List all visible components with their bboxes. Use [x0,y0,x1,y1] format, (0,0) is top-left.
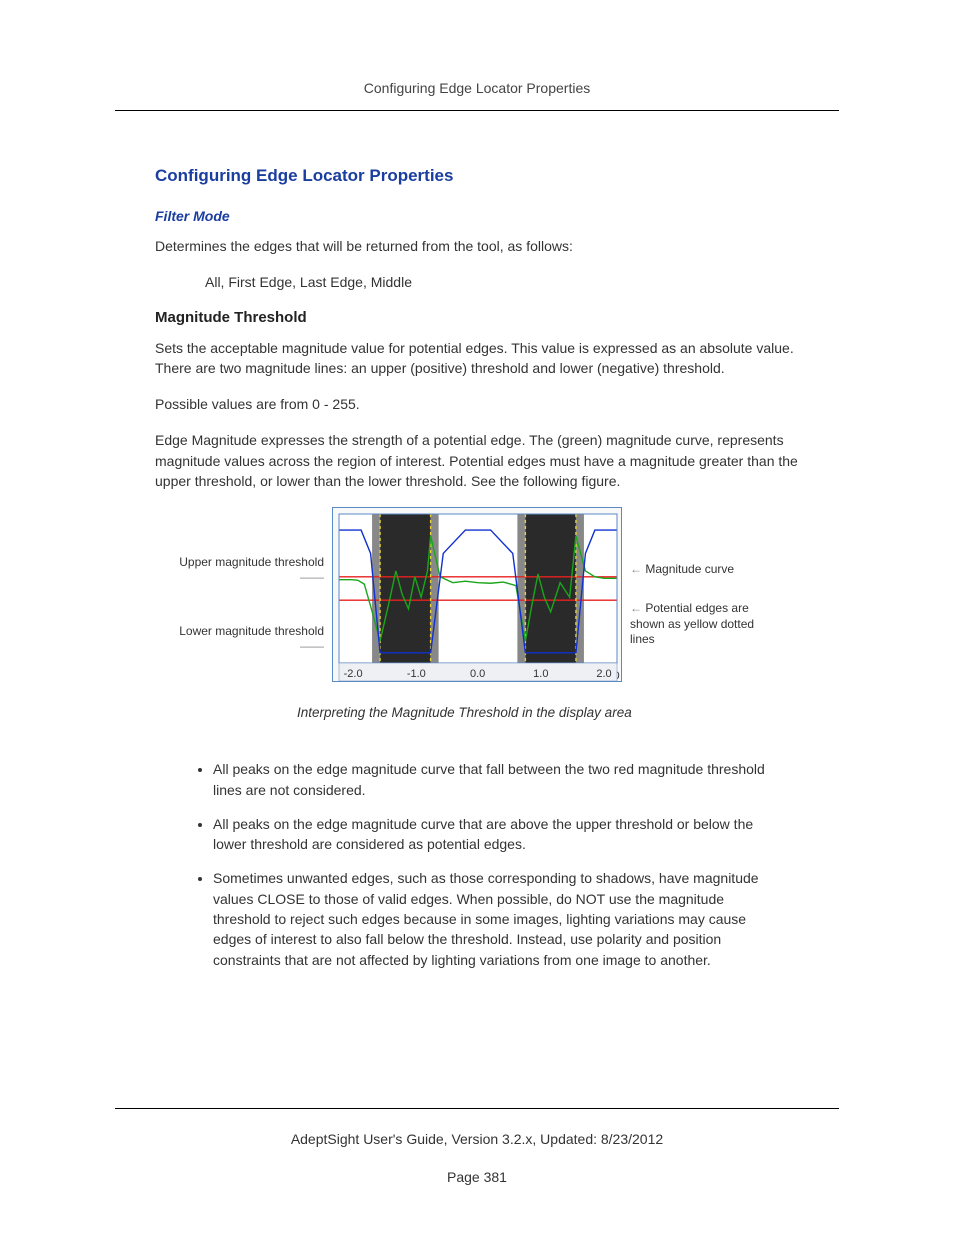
figure-left-labels: Upper magnitude threshold —— Lower magni… [174,507,324,682]
label-upper-threshold: Upper magnitude threshold —— [174,555,324,586]
magnitude-p2: Possible values are from 0 - 255. [155,394,799,414]
label-magnitude-curve: ← Magnitude curve [630,562,780,578]
svg-text:-1.0: -1.0 [407,668,426,680]
label-potential-edges: ← Potential edges are shown as yellow do… [630,601,780,648]
svg-text:0.0: 0.0 [470,668,485,680]
footer-rule [115,1108,839,1109]
footer-page-number: Page 381 [0,1169,954,1185]
magnitude-heading: Magnitude Threshold [155,309,799,326]
filter-mode-heading: Filter Mode [155,208,799,224]
filter-mode-desc: Determines the edges that will be return… [155,236,799,256]
list-item: All peaks on the edge magnitude curve th… [213,814,779,855]
svg-text:-2.0: -2.0 [344,668,363,680]
svg-text:1.0: 1.0 [533,668,548,680]
footer-guide-info: AdeptSight User's Guide, Version 3.2.x, … [0,1131,954,1147]
magnitude-chart: -2.0-1.00.01.02.0-2.0-1.00.01.02.0 [332,507,622,682]
label-lower-threshold: Lower magnitude threshold —— [174,624,324,655]
main-heading: Configuring Edge Locator Properties [155,166,799,186]
figure-caption: Interpreting the Magnitude Threshold in … [297,704,657,723]
svg-text:2.0: 2.0 [596,668,611,680]
magnitude-p1: Sets the acceptable magnitude value for … [155,338,799,379]
bullet-list: All peaks on the edge magnitude curve th… [195,759,779,970]
list-item: Sometimes unwanted edges, such as those … [213,868,779,969]
list-item: All peaks on the edge magnitude curve th… [213,759,779,800]
page-footer: AdeptSight User's Guide, Version 3.2.x, … [0,1108,954,1185]
filter-mode-options: All, First Edge, Last Edge, Middle [205,272,799,292]
figure: Upper magnitude threshold —— Lower magni… [155,507,799,741]
figure-right-labels: ← Magnitude curve ← Potential edges are … [630,507,780,682]
magnitude-p3: Edge Magnitude expresses the strength of… [155,430,799,491]
header-rule [115,110,839,111]
page-header-title: Configuring Edge Locator Properties [115,80,839,96]
